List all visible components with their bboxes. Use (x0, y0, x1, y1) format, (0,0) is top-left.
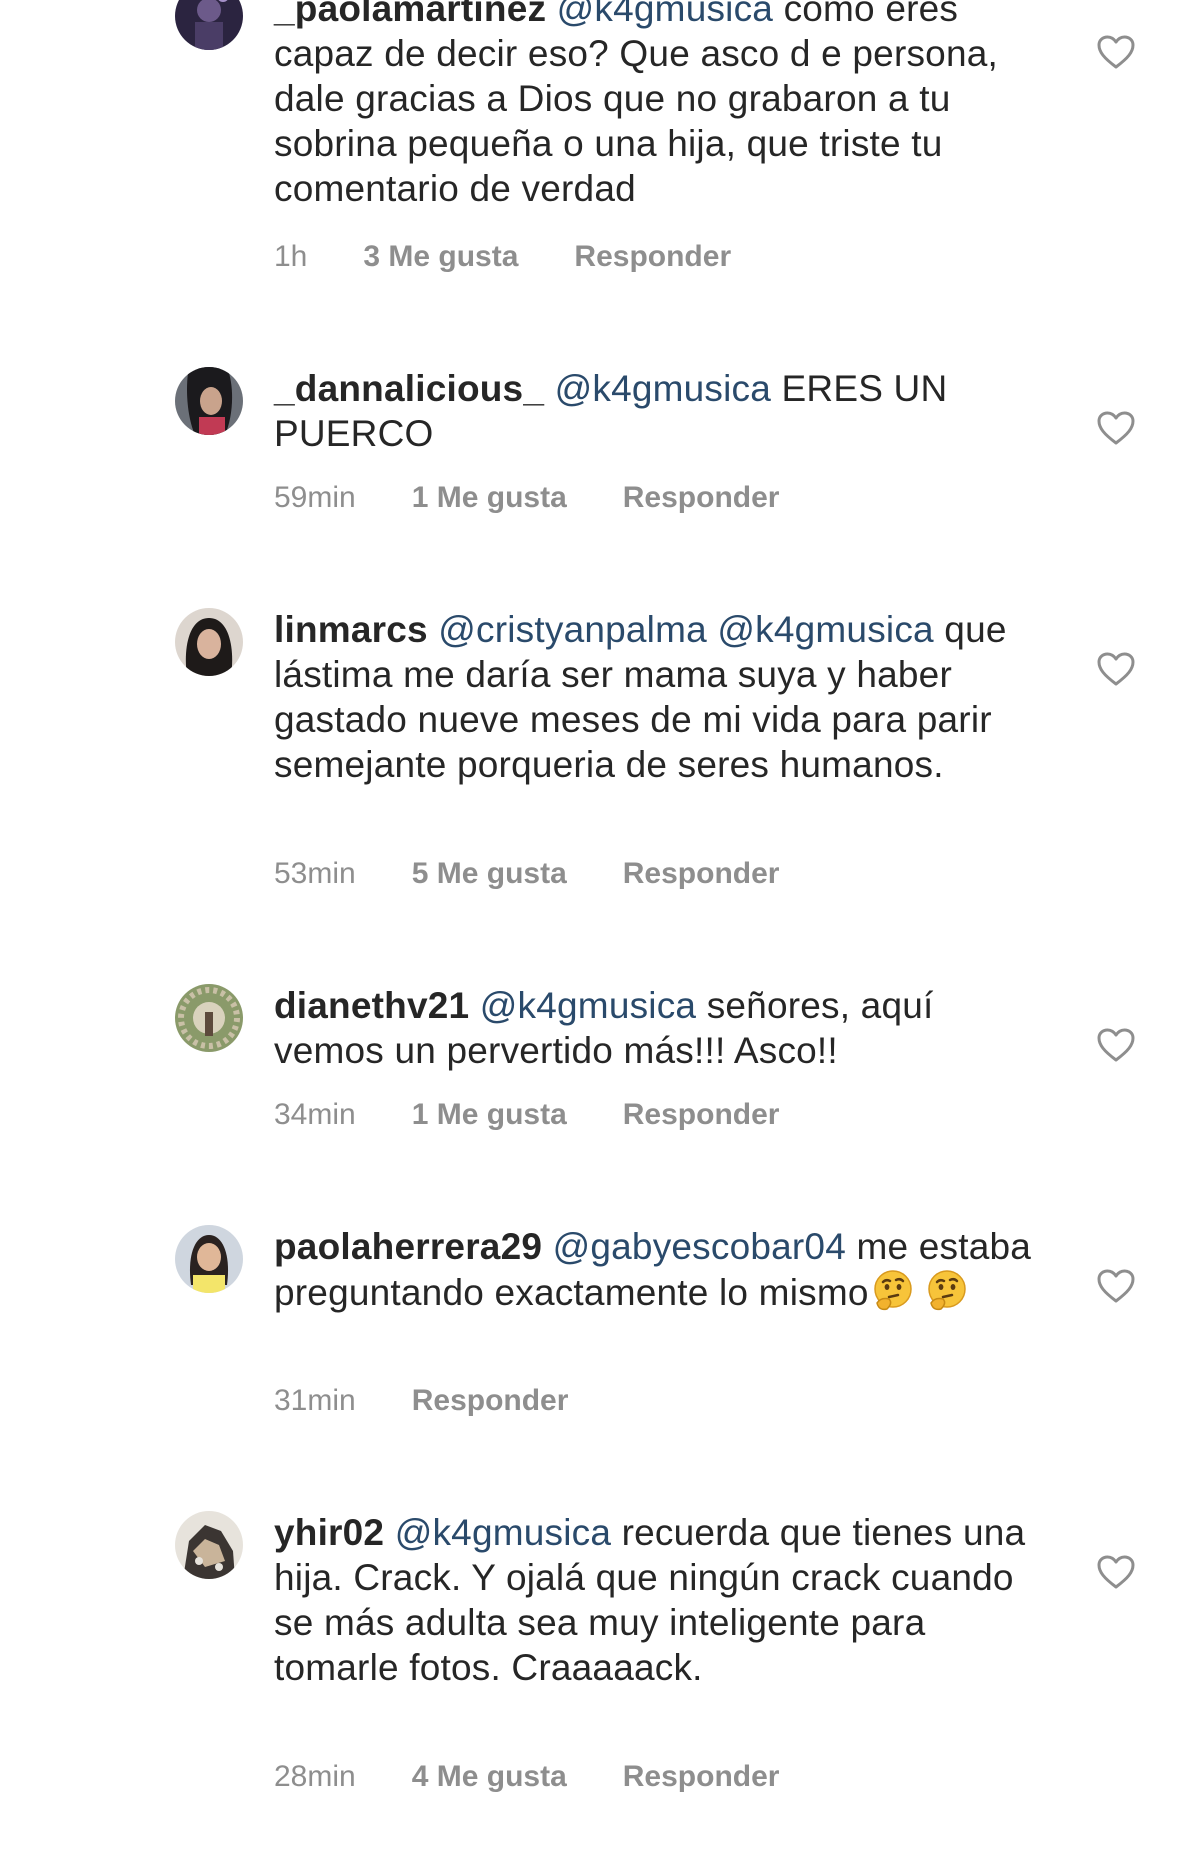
comment-time: 1h (274, 240, 308, 273)
comments-list: _paolamartinez @k4gmusica como eres capa… (0, 0, 1200, 1874)
comment-message: recuerda que tienes una hija. Crack. Y o… (274, 1512, 1026, 1688)
comment-username[interactable]: linmarcs (274, 609, 428, 650)
comment-text: _paolamartinez @k4gmusica como eres capa… (274, 0, 1034, 211)
reply-button[interactable]: Responder (623, 1760, 780, 1794)
avatar[interactable] (175, 1511, 243, 1579)
comment-username[interactable]: dianethv21 (274, 985, 469, 1026)
heart-outline-icon[interactable] (1096, 1554, 1136, 1590)
comment-mention[interactable]: @k4gmusica (555, 368, 771, 409)
comment-likes[interactable]: 1 Me gusta (412, 481, 567, 515)
comment-text: dianethv21 @k4gmusica señores, aquí vemo… (274, 983, 1034, 1073)
comment-time: 34min (274, 1098, 356, 1131)
comment-username[interactable]: paolaherrera29 (274, 1226, 542, 1267)
comment-text: paolaherrera29 @gabyescobar04 me estaba … (274, 1224, 1034, 1315)
comment-meta: 59min 1 Me gusta Responder (274, 481, 779, 515)
comment-meta: 34min 1 Me gusta Responder (274, 1098, 779, 1132)
heart-outline-icon[interactable] (1096, 1027, 1136, 1063)
comment-time: 31min (274, 1384, 356, 1417)
thinking-face-emoji (873, 1270, 912, 1311)
comment-mention[interactable]: @k4gmusica (557, 0, 773, 29)
comment-mention[interactable]: @cristyanpalma (438, 609, 707, 650)
thinking-face-emoji (927, 1270, 966, 1311)
comment-text: _dannalicious_ @k4gmusica ERES UN PUERCO (274, 366, 1034, 456)
avatar[interactable] (175, 984, 243, 1052)
comment-text: linmarcs @cristyanpalma @k4gmusica que l… (274, 607, 1034, 787)
comment-likes[interactable]: 1 Me gusta (412, 1098, 567, 1132)
comment-time: 53min (274, 857, 356, 890)
reply-button[interactable]: Responder (574, 240, 731, 274)
comment-username[interactable]: _paolamartinez (274, 0, 546, 29)
avatar[interactable] (175, 0, 243, 50)
heart-outline-icon[interactable] (1096, 410, 1136, 446)
reply-button[interactable]: Responder (623, 857, 780, 891)
comment-likes[interactable]: 3 Me gusta (363, 240, 518, 274)
reply-button[interactable]: Responder (623, 1098, 780, 1132)
comment-time: 59min (274, 481, 356, 514)
avatar[interactable] (175, 608, 243, 676)
heart-outline-icon[interactable] (1096, 1268, 1136, 1304)
comment-meta: 53min 5 Me gusta Responder (274, 857, 779, 891)
comment-likes[interactable]: 5 Me gusta (412, 857, 567, 891)
reply-button[interactable]: Responder (412, 1384, 569, 1418)
comment-mention[interactable]: @gabyescobar04 (553, 1226, 846, 1267)
comment-mention[interactable]: @k4gmusica (480, 985, 696, 1026)
comment-mention[interactable]: @k4gmusica (717, 609, 933, 650)
heart-outline-icon[interactable] (1096, 34, 1136, 70)
comment-username[interactable]: yhir02 (274, 1512, 384, 1553)
comment-likes[interactable]: 4 Me gusta (412, 1760, 567, 1794)
avatar[interactable] (175, 367, 243, 435)
comment-meta: 1h 3 Me gusta Responder (274, 240, 731, 274)
heart-outline-icon[interactable] (1096, 651, 1136, 687)
comment-username[interactable]: _dannalicious_ (274, 368, 544, 409)
comment-time: 28min (274, 1760, 356, 1793)
comment-meta: 31min Responder (274, 1384, 568, 1418)
comment-message: como eres capaz de decir eso? Que asco d… (274, 0, 998, 209)
avatar[interactable] (175, 1225, 243, 1293)
reply-button[interactable]: Responder (623, 481, 780, 515)
comment-meta: 28min 4 Me gusta Responder (274, 1760, 779, 1794)
comment-mention[interactable]: @k4gmusica (395, 1512, 611, 1553)
comment-text: yhir02 @k4gmusica recuerda que tienes un… (274, 1510, 1034, 1690)
